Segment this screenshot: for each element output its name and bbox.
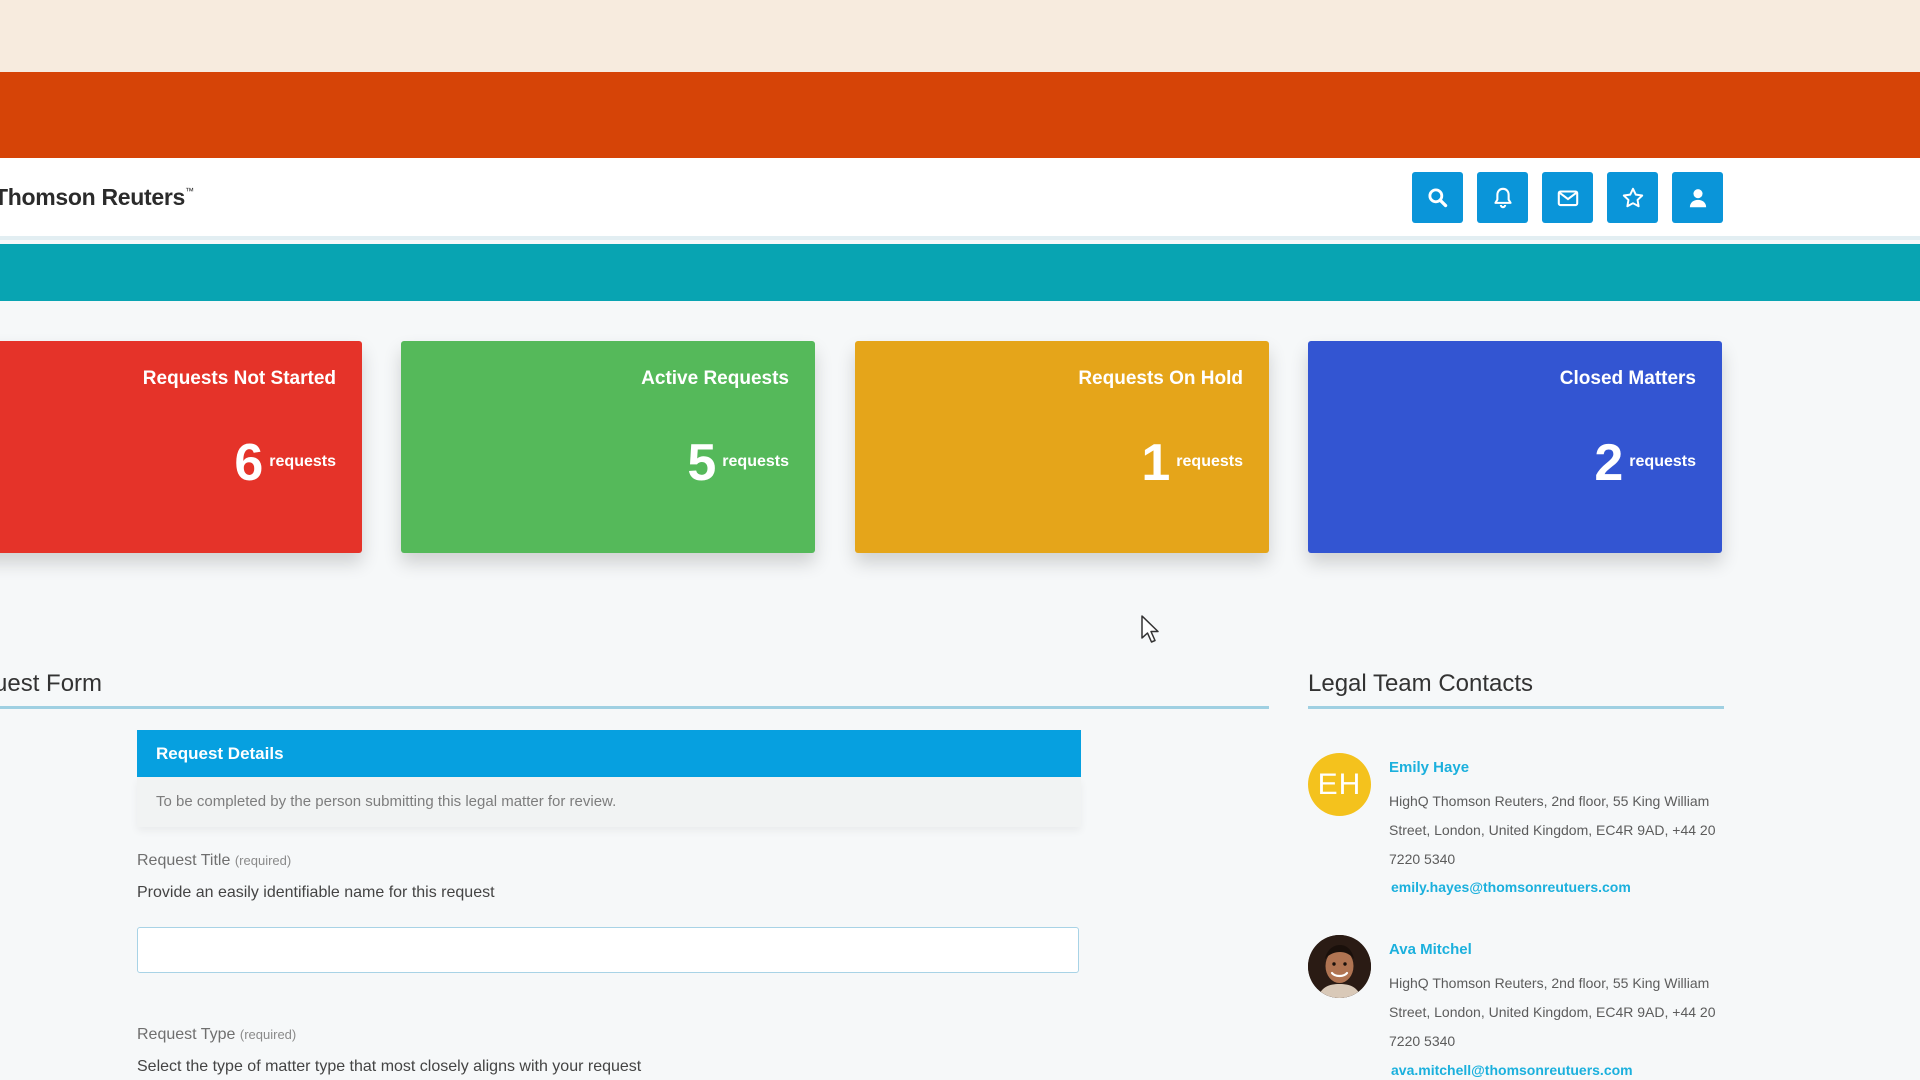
- request-form-divider: [0, 706, 1269, 709]
- person-photo-icon: [1308, 935, 1371, 998]
- stat-card[interactable]: Active Requests 5 requests: [401, 341, 815, 553]
- bell-icon: [1493, 187, 1512, 208]
- stat-card[interactable]: Closed Matters 2 requests: [1308, 341, 1722, 553]
- request-type-label: Request Type (required): [137, 1026, 296, 1044]
- request-title-input[interactable]: [137, 927, 1079, 973]
- star-icon: [1622, 187, 1643, 207]
- request-title-label-text: Request Title: [137, 852, 231, 869]
- stat-count: 1: [1141, 434, 1171, 492]
- contact-email[interactable]: emily.hayes@thomsonreutuers.com: [1391, 879, 1631, 895]
- contact-name[interactable]: Ava Mitchel: [1389, 941, 1472, 958]
- required-marker: (required): [239, 1027, 297, 1042]
- brand-trademark: ™: [185, 186, 194, 196]
- request-type-help: Select the type of matter type that most…: [137, 1058, 642, 1075]
- search-icon: [1427, 187, 1447, 207]
- stat-card-value: 2 requests: [1594, 437, 1696, 489]
- request-details-label: Request Details: [156, 744, 284, 763]
- stat-card-value: 6 requests: [234, 437, 336, 489]
- stat-count: 2: [1594, 434, 1624, 492]
- user-icon: [1689, 188, 1706, 207]
- stat-card-value: 5 requests: [687, 437, 789, 489]
- stat-card-value: 1 requests: [1141, 437, 1243, 489]
- stat-unit: requests: [722, 453, 789, 470]
- stat-count: 5: [687, 434, 717, 492]
- request-details-note-text: To be completed by the person submitting…: [156, 793, 617, 810]
- request-details-note: To be completed by the person submitting…: [137, 777, 1081, 827]
- stat-card-title: Requests Not Started: [142, 368, 336, 389]
- site-header: Thomson Reuters™: [0, 158, 1920, 240]
- profile-button[interactable]: [1672, 172, 1723, 223]
- request-form-title: uest Form: [0, 670, 103, 697]
- top-banner: [0, 0, 1920, 72]
- stat-card-title: Closed Matters: [1559, 368, 1696, 389]
- brand-logo[interactable]: Thomson Reuters™: [0, 184, 194, 211]
- messages-button[interactable]: [1542, 172, 1593, 223]
- navigation-bar: [0, 244, 1920, 301]
- request-title-label: Request Title (required): [137, 852, 291, 870]
- stat-count: 6: [234, 434, 264, 492]
- mail-icon: [1557, 189, 1578, 206]
- contact-name[interactable]: Emily Haye: [1389, 759, 1469, 776]
- required-marker: (required): [234, 853, 292, 868]
- contact-email[interactable]: ava.mitchell@thomsonreutuers.com: [1391, 1062, 1633, 1078]
- header-icon-bar: [1412, 172, 1723, 223]
- app-title-bar: [0, 72, 1920, 204]
- brand-name: Thomson Reuters: [0, 184, 186, 210]
- contact-address: HighQ Thomson Reuters, 2nd floor, 55 Kin…: [1389, 793, 1716, 867]
- stat-card[interactable]: Requests Not Started 6 requests: [0, 341, 362, 553]
- stat-unit: requests: [1629, 453, 1696, 470]
- stat-unit: requests: [1176, 453, 1243, 470]
- stat-card-title: Requests On Hold: [1078, 368, 1243, 389]
- request-details-header: Request Details: [137, 730, 1081, 777]
- request-type-label-text: Request Type: [137, 1026, 236, 1043]
- mouse-cursor-icon: [1141, 615, 1159, 643]
- stat-card-title: Active Requests: [641, 368, 789, 389]
- legal-team-contacts-title: Legal Team Contacts: [1308, 670, 1534, 697]
- stat-unit: requests: [269, 453, 336, 470]
- contacts-divider: [1308, 706, 1724, 709]
- search-button[interactable]: [1412, 172, 1463, 223]
- favorites-button[interactable]: [1607, 172, 1658, 223]
- contact-address: HighQ Thomson Reuters, 2nd floor, 55 Kin…: [1389, 975, 1716, 1049]
- notifications-button[interactable]: [1477, 172, 1528, 223]
- request-title-help: Provide an easily identifiable name for …: [137, 884, 495, 901]
- avatar: EH: [1308, 753, 1371, 816]
- stat-card[interactable]: Requests On Hold 1 requests: [855, 341, 1269, 553]
- avatar: [1308, 935, 1371, 998]
